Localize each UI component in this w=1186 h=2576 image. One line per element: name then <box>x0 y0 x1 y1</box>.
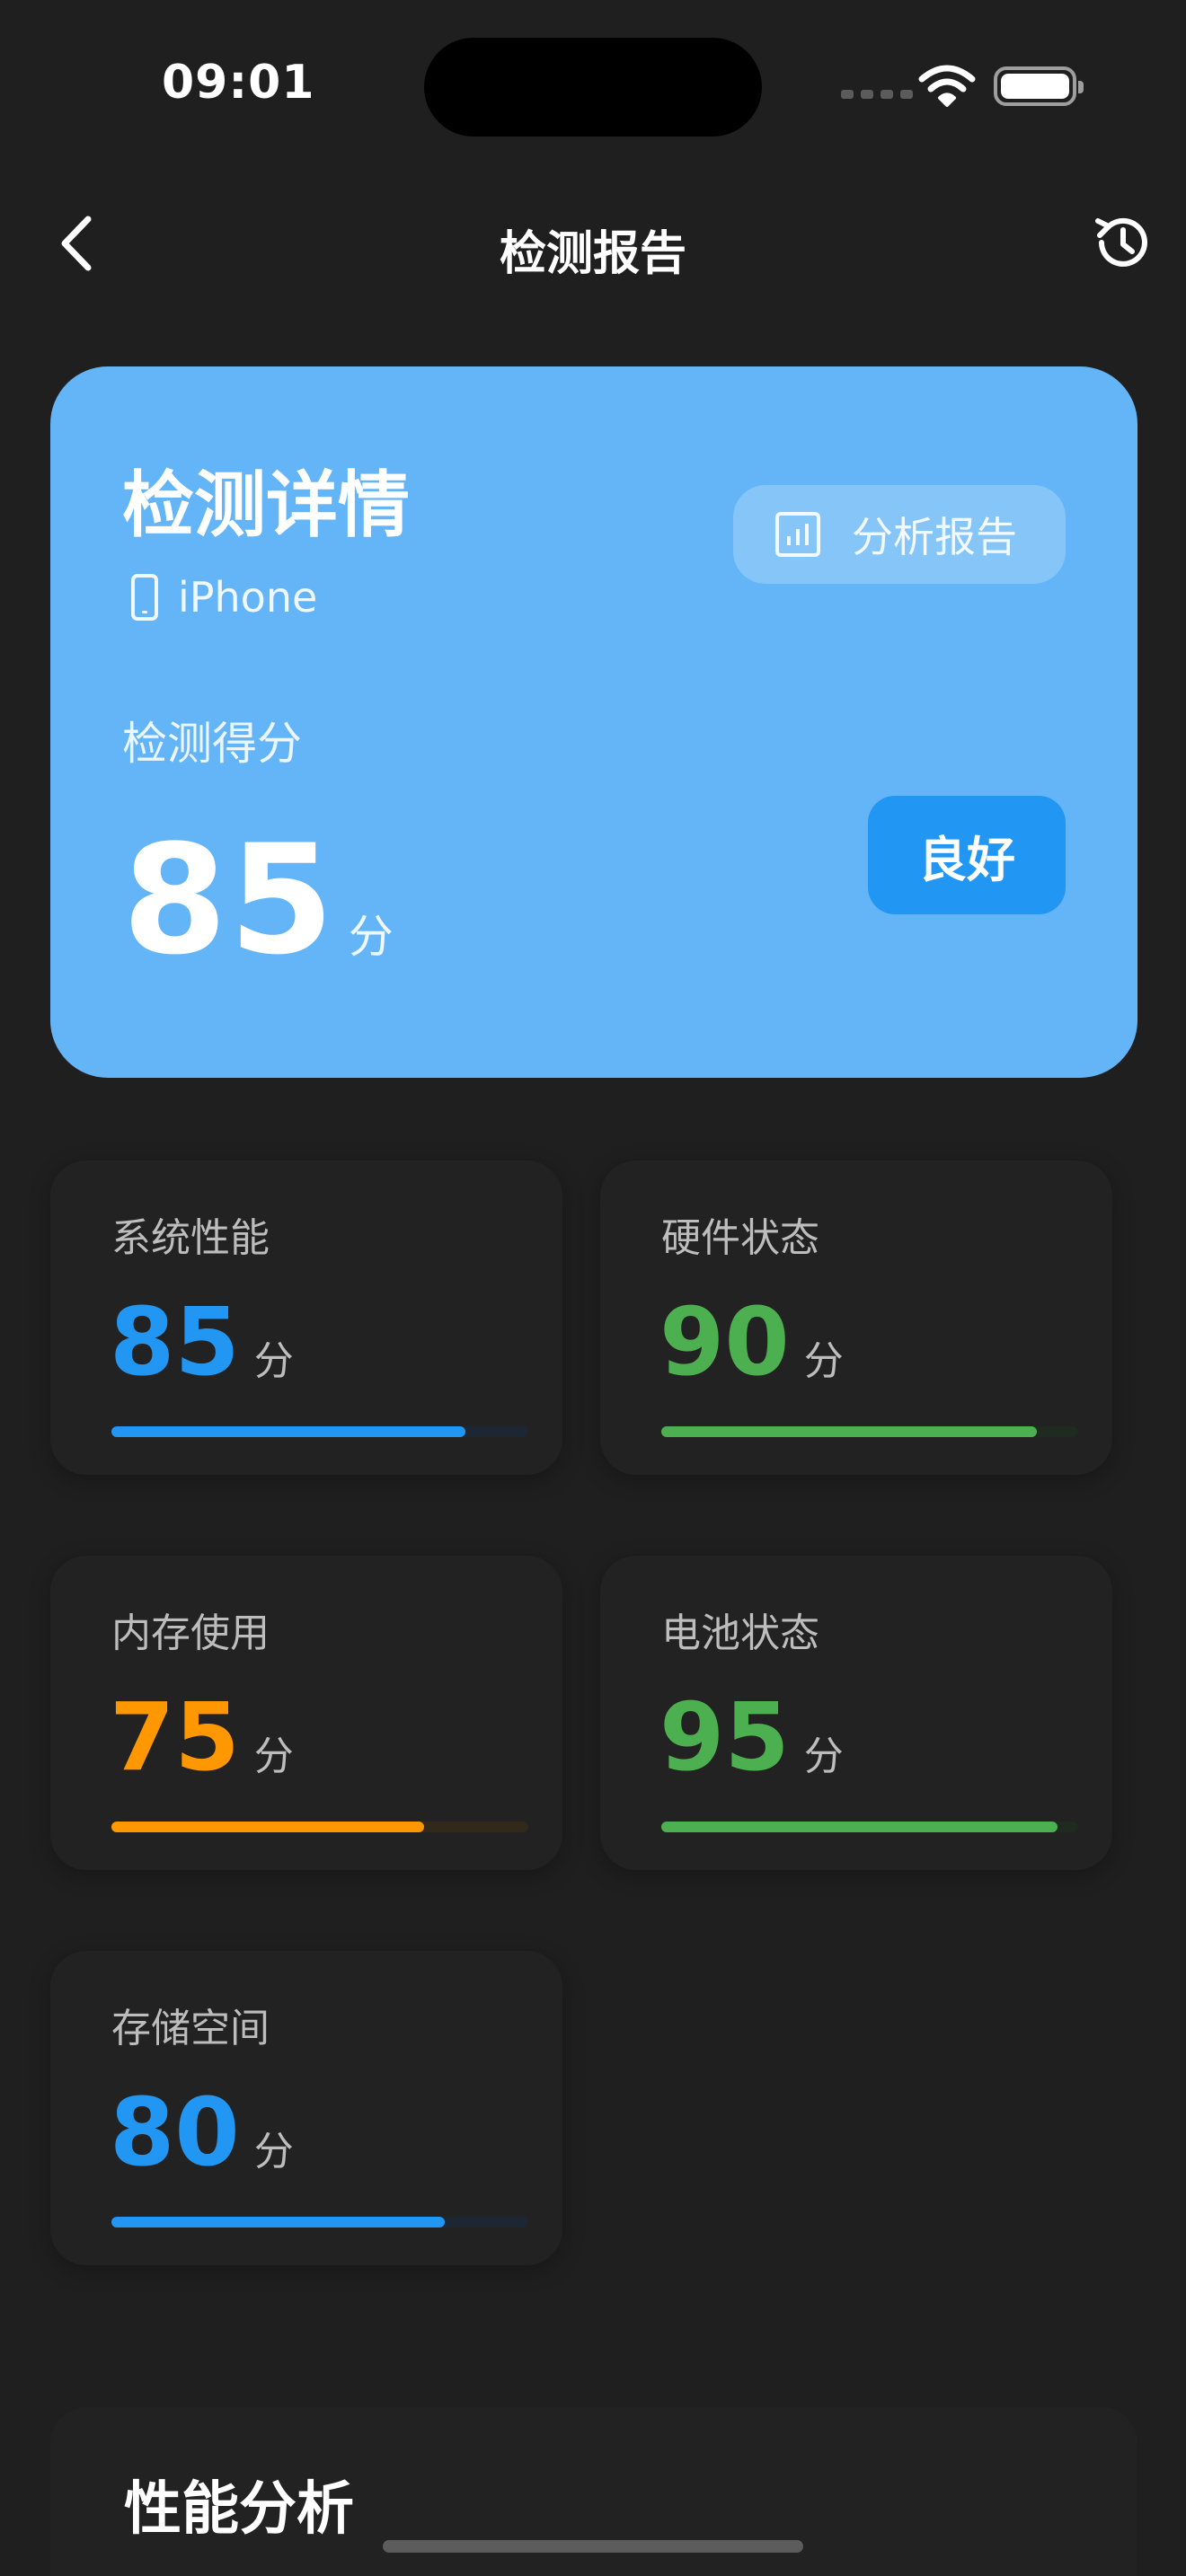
metric-score: 90 分 <box>659 1295 844 1389</box>
metric-progress-fill <box>661 1822 1058 1832</box>
grade-badge: 良好 <box>868 796 1066 914</box>
metric-label: 存储空间 <box>111 2006 270 2051</box>
analysis-report-label: 分析报告 <box>852 513 1017 561</box>
metric-score: 95 分 <box>659 1690 844 1784</box>
status-time: 09:01 <box>162 56 315 110</box>
metric-value: 95 <box>659 1682 790 1792</box>
metric-label: 硬件状态 <box>661 1215 819 1261</box>
metric-progress-fill <box>661 1426 1037 1437</box>
phone-icon <box>131 574 158 621</box>
detection-summary-card: 检测详情 iPhone 分析报告 检测得分 85 分 良好 <box>50 366 1137 1078</box>
score-label: 检测得分 <box>122 718 302 770</box>
metric-value: 80 <box>110 2078 240 2187</box>
metric-label: 内存使用 <box>111 1610 270 1656</box>
metric-progress-track <box>111 2217 528 2228</box>
wifi-icon <box>918 65 976 107</box>
home-indicator[interactable] <box>383 2540 803 2553</box>
metric-progress-track <box>661 1426 1078 1437</box>
device-info: iPhone <box>131 573 317 622</box>
metric-card-memory-usage[interactable]: 内存使用 75 分 <box>50 1556 562 1870</box>
metric-unit: 分 <box>253 2129 294 2175</box>
metric-progress-track <box>111 1822 528 1832</box>
metric-value: 75 <box>110 1682 240 1792</box>
metric-card-system-performance[interactable]: 系统性能 85 分 <box>50 1160 562 1475</box>
metric-progress-fill <box>111 2217 446 2228</box>
metric-value: 90 <box>659 1287 790 1397</box>
bar-chart-icon <box>775 512 820 557</box>
metric-progress-fill <box>111 1426 466 1437</box>
history-icon[interactable] <box>1089 210 1154 275</box>
metric-label: 系统性能 <box>111 1215 270 1261</box>
metric-card-battery-status[interactable]: 电池状态 95 分 <box>600 1556 1112 1870</box>
page-title: 检测报告 <box>499 227 686 281</box>
metric-card-storage-space[interactable]: 存储空间 80 分 <box>50 1951 562 2265</box>
metric-unit: 分 <box>803 1734 844 1779</box>
analysis-report-button[interactable]: 分析报告 <box>733 485 1066 584</box>
metric-value: 85 <box>110 1287 240 1397</box>
metric-score: 80 分 <box>110 2086 294 2179</box>
battery-icon <box>994 66 1084 106</box>
metric-unit: 分 <box>803 1338 844 1384</box>
performance-analysis-title: 性能分析 <box>124 2476 354 2543</box>
cellular-signal-icon <box>841 90 913 99</box>
dynamic-island <box>424 38 762 137</box>
metric-unit: 分 <box>253 1734 294 1779</box>
total-score-unit: 分 <box>348 911 394 963</box>
metric-progress-fill <box>111 1822 424 1832</box>
detection-details-title: 检测详情 <box>122 463 410 547</box>
metric-label: 电池状态 <box>661 1610 819 1656</box>
metric-score: 85 分 <box>110 1295 294 1389</box>
device-name: iPhone <box>178 573 318 622</box>
total-score: 85 分 <box>122 825 394 975</box>
metric-progress-track <box>111 1426 528 1437</box>
metric-score: 75 分 <box>110 1690 294 1784</box>
nav-bar: 检测报告 <box>0 189 1186 296</box>
detection-report-screen: 09:01 检测报告 检测详情 iPhone 分析报告 检测得分 85 分 良好… <box>0 0 1186 2576</box>
metric-unit: 分 <box>253 1338 294 1384</box>
status-bar: 09:01 <box>0 0 1186 171</box>
total-score-value: 85 <box>122 812 336 988</box>
metric-card-hardware-status[interactable]: 硬件状态 90 分 <box>600 1160 1112 1475</box>
metric-progress-track <box>661 1822 1078 1832</box>
